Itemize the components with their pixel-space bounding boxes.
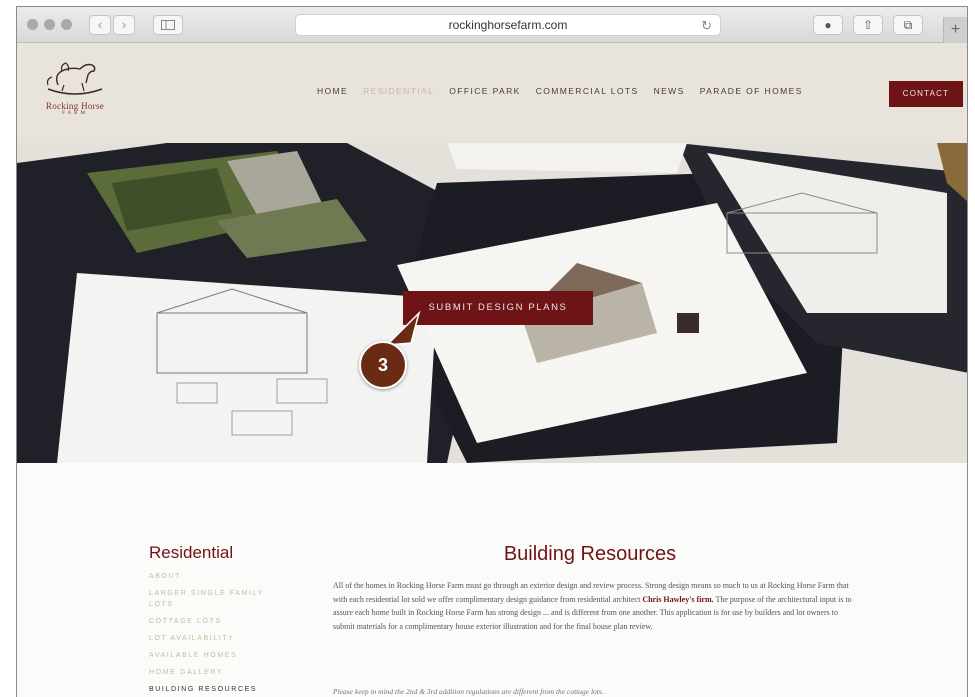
sidebar-title: Residential — [149, 543, 234, 562]
nav-news[interactable]: NEWS — [654, 86, 685, 96]
window-controls — [27, 19, 72, 30]
hero-image: SUBMIT DESIGN PLANS 3 — [17, 143, 967, 463]
logo-subtitle: FARM — [62, 111, 88, 116]
regulations-note: Please keep in mind the 2nd & 3rd additi… — [333, 687, 604, 696]
page-title: Building Resources — [503, 543, 677, 565]
share-button[interactable]: ⇧ — [853, 15, 883, 35]
sidebar-icon — [161, 20, 175, 30]
browser-window: ‹ › rockinghorsefarm.com ↻ ● ⇧ ⧉ + Rocki… — [16, 6, 968, 697]
step-badge: 3 — [359, 341, 407, 389]
submit-design-plans-button[interactable]: SUBMIT DESIGN PLANS — [403, 291, 593, 325]
contact-button[interactable]: CONTACT — [889, 81, 963, 107]
sidebar-item-about[interactable]: ABOUT — [149, 571, 289, 582]
sidebar-item-lot-availability[interactable]: LOT AVAILABILITY — [149, 633, 289, 644]
reload-icon[interactable]: ↻ — [701, 16, 712, 36]
intro-paragraph: All of the homes in Rocking Horse Farm m… — [333, 579, 853, 633]
architect-link[interactable]: Chris Hawley's firm. — [642, 595, 713, 604]
forward-button[interactable]: › — [113, 15, 135, 35]
chevron-right-icon: › — [121, 17, 127, 32]
zoom-window-button[interactable] — [61, 19, 72, 30]
sidebar-toggle-button[interactable] — [153, 15, 183, 35]
nav-home[interactable]: HOME — [317, 86, 348, 96]
download-icon: ● — [824, 18, 832, 32]
rocking-horse-icon — [46, 62, 103, 95]
page-content: Residential ABOUT LARGER SINGLE FAMILY L… — [17, 463, 967, 697]
downloads-button[interactable]: ● — [813, 15, 843, 35]
sidebar-item-home-gallery[interactable]: HOME GALLERY — [149, 667, 289, 678]
nav-office-park[interactable]: OFFICE PARK — [449, 86, 520, 96]
plus-icon: + — [950, 21, 961, 38]
main-nav: HOME RESIDENTIAL OFFICE PARK COMMERCIAL … — [317, 86, 818, 96]
share-icon: ⇧ — [862, 18, 874, 32]
site-logo[interactable]: Rocking Horse FARM — [25, 55, 125, 135]
sidebar-item-available-homes[interactable]: AVAILABLE HOMES — [149, 650, 289, 661]
nav-residential[interactable]: RESIDENTIAL — [363, 86, 434, 96]
close-window-button[interactable] — [27, 19, 38, 30]
sidebar-item-building-resources[interactable]: BUILDING RESOURCES — [149, 684, 289, 695]
browser-toolbar: ‹ › rockinghorsefarm.com ↻ ● ⇧ ⧉ + — [17, 7, 967, 43]
back-button[interactable]: ‹ — [89, 15, 111, 35]
sidebar-nav: ABOUT LARGER SINGLE FAMILY LOTS COTTAGE … — [149, 571, 289, 697]
nav-commercial-lots[interactable]: COMMERCIAL LOTS — [536, 86, 639, 96]
logo-name: Rocking Horse — [45, 101, 105, 111]
address-bar[interactable]: rockinghorsefarm.com ↻ — [295, 14, 721, 36]
tabs-button[interactable]: ⧉ — [893, 15, 923, 35]
sidebar-item-cottage-lots[interactable]: COTTAGE LOTS — [149, 616, 289, 627]
chevron-left-icon: ‹ — [97, 17, 103, 32]
url-text: rockinghorsefarm.com — [448, 18, 568, 32]
new-tab-button[interactable]: + — [943, 17, 967, 43]
nav-parade-of-homes[interactable]: PARADE OF HOMES — [700, 86, 803, 96]
sidebar-item-larger-single-family-lots[interactable]: LARGER SINGLE FAMILY LOTS — [149, 588, 289, 610]
tabs-icon: ⧉ — [903, 18, 913, 32]
minimize-window-button[interactable] — [44, 19, 55, 30]
site-header: Rocking Horse FARM HOME RESIDENTIAL OFFI… — [17, 43, 967, 143]
